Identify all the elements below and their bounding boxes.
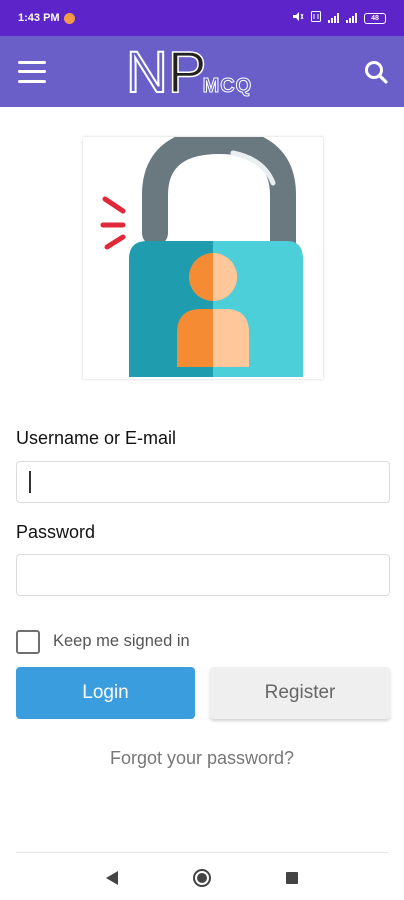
register-button[interactable]: Register xyxy=(210,667,390,719)
battery-level: 48 xyxy=(371,14,379,22)
status-right: 48 xyxy=(292,11,386,25)
notification-icon xyxy=(63,12,75,24)
recent-square-icon[interactable] xyxy=(286,872,298,884)
back-triangle-icon[interactable] xyxy=(106,871,118,885)
status-time: 1:43 PM xyxy=(18,12,60,24)
lock-illustration xyxy=(83,127,323,379)
battery-icon: 48 xyxy=(364,12,386,24)
forgot-password-link[interactable]: Forgot your password? xyxy=(0,748,404,769)
search-icon[interactable] xyxy=(362,58,390,86)
signal-icon-1 xyxy=(328,13,339,23)
keep-signed-in-label[interactable]: Keep me signed in xyxy=(53,632,190,651)
menu-icon[interactable] xyxy=(18,60,46,83)
app-logo: N P MCQ xyxy=(125,40,286,105)
login-button[interactable]: Login xyxy=(16,667,195,719)
mute-icon xyxy=(292,11,304,25)
keep-signed-in-checkbox[interactable] xyxy=(16,630,40,654)
user-lock-icon xyxy=(100,127,303,377)
bottom-divider xyxy=(16,852,388,853)
status-left: 1:43 PM xyxy=(18,12,75,24)
password-input[interactable] xyxy=(16,554,390,596)
username-input[interactable] xyxy=(16,461,390,503)
system-nav-bar xyxy=(0,856,404,900)
logo-mcq: MCQ xyxy=(202,75,253,98)
logo-letter-p: P xyxy=(167,40,207,105)
status-bar: 1:43 PM 48 xyxy=(0,0,404,36)
data-icon xyxy=(311,11,321,25)
app-bar: N P MCQ xyxy=(0,36,404,107)
signal-icon-2 xyxy=(346,13,357,23)
logo-letter-n: N xyxy=(125,40,169,105)
password-label: Password xyxy=(16,522,96,542)
text-cursor xyxy=(29,471,31,493)
home-circle-icon[interactable] xyxy=(193,869,211,887)
username-label: Username or E-mail xyxy=(16,428,177,448)
